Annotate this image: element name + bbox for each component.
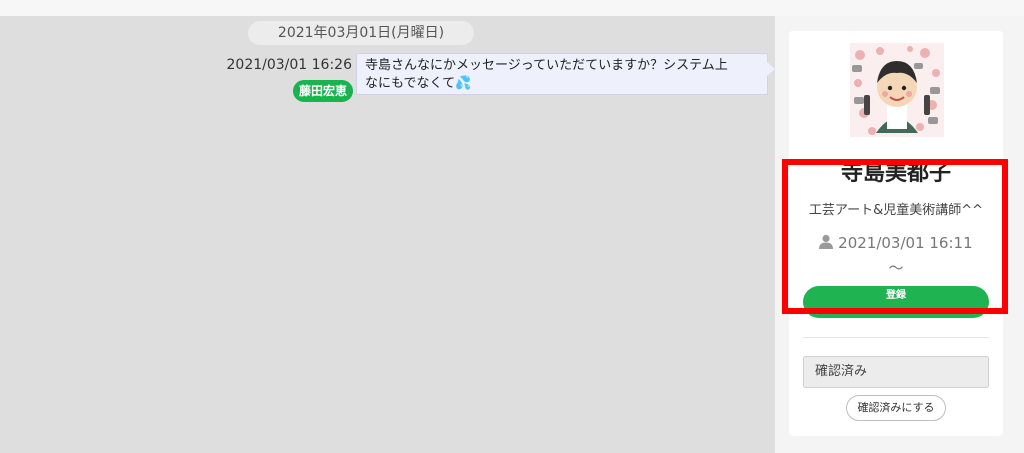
message-timestamp: 2021/03/01 16:26 (226, 57, 353, 73)
mark-confirmed-button[interactable]: 確認済みにする (846, 395, 946, 421)
divider (803, 337, 989, 338)
confirm-status-field: 確認済み (803, 356, 989, 388)
sweat-drops-icon: 💦 (455, 76, 472, 91)
message-bubble: 寺島さんなにかメッセージっていただていますか？システム上 なにもでなくて💦 (356, 53, 768, 95)
member-since-suffix: 〜 (888, 259, 904, 277)
register-button[interactable]: 登録 (803, 286, 989, 318)
sender-badge[interactable]: 藤田宏恵 (293, 80, 353, 102)
profile-name: 寺島美都子 (840, 161, 951, 186)
bubble-tail (767, 62, 775, 76)
member-since: 2021/03/01 16:11 (789, 234, 1003, 253)
chat-panel: 2021年03月01日(月曜日) 2021/03/01 16:26 藤田宏恵 寺… (0, 16, 775, 453)
date-separator: 2021年03月01日(月曜日) (248, 21, 474, 45)
profile-description: 工芸アート&児童美術講師^^ (808, 203, 984, 218)
message-text-line1: 寺島さんなにかメッセージっていただていますか？システム上 (365, 58, 728, 73)
member-since-date: 2021/03/01 16:11 (838, 234, 973, 252)
user-icon (819, 234, 834, 253)
message-text-line2: なにもでなくて (365, 76, 456, 91)
avatar (850, 43, 944, 137)
message-text-line2-wrap: なにもでなくて💦 (365, 75, 759, 93)
profile-card: 寺島美都子 工芸アート&児童美術講師^^ 2021/03/01 16:11 〜 … (789, 31, 1003, 436)
top-bar (0, 0, 1024, 16)
